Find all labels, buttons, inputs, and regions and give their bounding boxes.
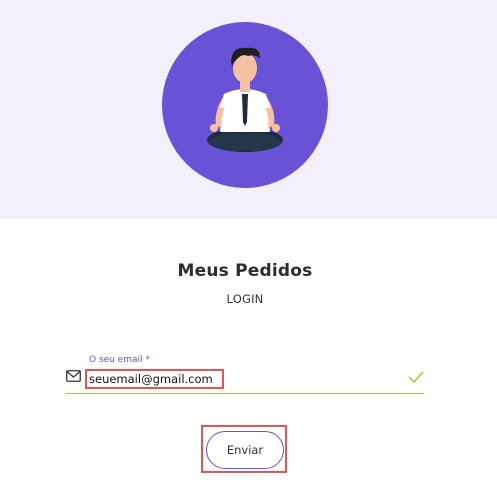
page-title: Meus Pedidos [177,261,313,281]
envelope-icon [66,370,81,382]
avatar [162,22,328,188]
page-subtitle: LOGIN [226,292,264,306]
checkmark-icon [408,371,424,383]
email-label: O seu email * [89,355,150,365]
meditating-man-icon [207,47,283,152]
email-input[interactable] [85,369,224,389]
send-button[interactable]: Enviar [206,431,284,469]
header-banner [0,0,497,219]
email-field: O seu email * [66,355,424,394]
